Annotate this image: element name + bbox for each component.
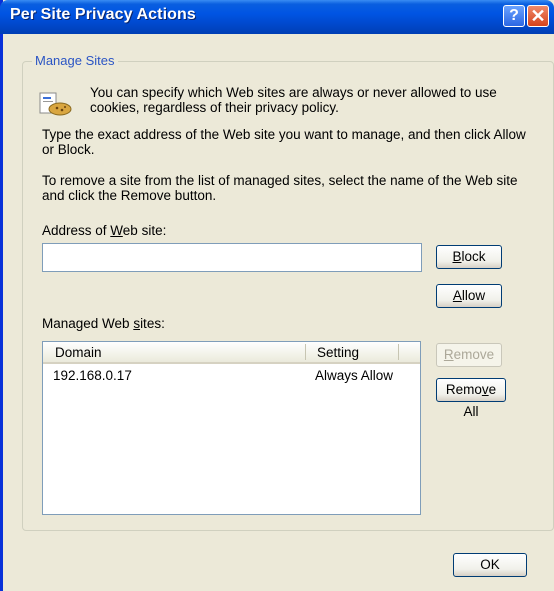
help-icon: ?: [509, 7, 519, 24]
group-legend: Manage Sites: [32, 53, 118, 68]
privacy-cookie-icon: [39, 92, 72, 116]
instructions-line-2: or Block.: [42, 142, 95, 157]
address-label-access-key: W: [110, 223, 123, 238]
column-header-domain[interactable]: Domain: [55, 345, 102, 360]
row-domain: 192.168.0.17: [53, 368, 132, 383]
remove-all-label-pre: Remo: [445, 382, 482, 397]
allow-button[interactable]: Allow: [436, 284, 502, 308]
title-bar[interactable]: Per Site Privacy Actions ? ✕: [0, 0, 554, 34]
managed-sites-label: Managed Web sites:: [42, 316, 165, 332]
remove-all-access-key: v: [481, 382, 489, 397]
address-label-post: eb site:: [122, 223, 167, 238]
intro-line-1: You can specify which Web sites are alwa…: [90, 85, 497, 100]
remove-label: emove: [453, 347, 495, 362]
managed-label-pre: Managed Web: [42, 316, 134, 331]
address-label-pre: Address of: [42, 223, 111, 238]
instructions-line-1: Type the exact address of the Web site y…: [42, 127, 526, 142]
address-label: Address of Web site:: [42, 223, 166, 239]
table-row[interactable]: 192.168.0.17 Always Allow: [43, 366, 420, 384]
allow-access-key: A: [452, 288, 462, 303]
allow-label: llow: [461, 288, 486, 303]
remove-help-line-2: and click the Remove button.: [42, 188, 217, 203]
block-button[interactable]: Block: [436, 245, 502, 269]
ok-button[interactable]: OK: [453, 553, 527, 577]
managed-label-post: ites:: [140, 316, 165, 331]
close-button[interactable]: ✕: [527, 5, 549, 27]
intro-line-2: cookies, regardless of their privacy pol…: [90, 100, 339, 115]
row-setting: Always Allow: [315, 368, 394, 383]
block-label: lock: [461, 249, 486, 264]
managed-sites-list[interactable]: Domain Setting 192.168.0.17 Always Allow: [42, 341, 421, 515]
ok-label: OK: [480, 557, 500, 572]
column-divider[interactable]: [398, 344, 399, 360]
block-access-key: B: [452, 249, 462, 264]
help-button[interactable]: ?: [503, 5, 525, 27]
column-header-setting[interactable]: Setting: [317, 345, 359, 360]
close-icon: ✕: [530, 6, 546, 26]
list-header: Domain Setting: [43, 342, 420, 364]
window-title: Per Site Privacy Actions: [10, 6, 196, 23]
remove-button[interactable]: Remove: [436, 343, 502, 367]
remove-access-key: R: [443, 347, 454, 362]
address-input[interactable]: [42, 243, 422, 272]
remove-all-button[interactable]: Remove All: [436, 378, 506, 419]
column-divider[interactable]: [305, 344, 306, 360]
remove-help-line-1: To remove a site from the list of manage…: [42, 173, 518, 188]
